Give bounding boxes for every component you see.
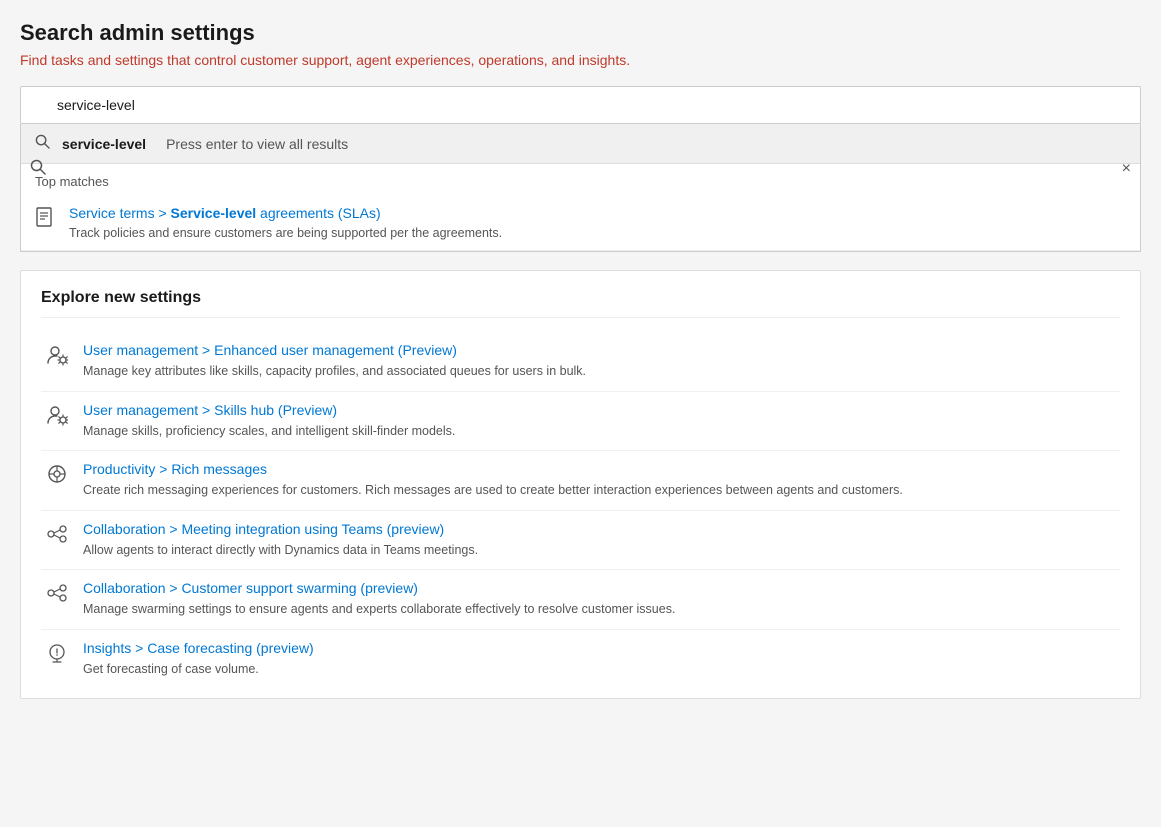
explore-section: Explore new settings: [20, 270, 1141, 699]
explore-item-desc-2: Create rich messaging experiences for cu…: [83, 482, 903, 500]
collaboration-icon-0: [45, 523, 69, 551]
explore-item-link-5[interactable]: Insights > Case forecasting (preview): [83, 640, 314, 656]
suggestion-search-icon: [35, 134, 50, 153]
explore-item-desc-4: Manage swarming settings to ensure agent…: [83, 601, 675, 619]
suggestion-text: service-level: [62, 136, 146, 152]
explore-item-3: Collaboration > Meeting integration usin…: [41, 511, 1120, 571]
page-title: Search admin settings: [20, 20, 1141, 46]
top-matches-section: Top matches Service terms >: [21, 164, 1140, 251]
explore-item-desc-1: Manage skills, proficiency scales, and i…: [83, 423, 455, 441]
page-subtitle: Find tasks and settings that control cus…: [20, 52, 1141, 68]
explore-item-content-3: Collaboration > Meeting integration usin…: [83, 521, 478, 560]
explore-item-desc-5: Get forecasting of case volume.: [83, 661, 314, 679]
search-icon-left: [30, 159, 46, 179]
explore-item-0: User management > Enhanced user manageme…: [41, 332, 1120, 392]
match-link-prefix: Service terms >: [69, 205, 171, 221]
user-management-icon-0: [45, 344, 69, 372]
explore-item-desc-3: Allow agents to interact directly with D…: [83, 542, 478, 560]
explore-item-5: Insights > Case forecasting (preview) Ge…: [41, 630, 1120, 689]
explore-item-desc-0: Manage key attributes like skills, capac…: [83, 363, 586, 381]
match-desc: Track policies and ensure customers are …: [69, 226, 502, 240]
match-content: Service terms > Service-level agreements…: [69, 205, 502, 240]
top-matches-label: Top matches: [21, 164, 1140, 195]
suggestion-bold: service-level: [62, 136, 146, 152]
explore-item-content-0: User management > Enhanced user manageme…: [83, 342, 586, 381]
search-wrapper: × service-level Press enter to view all …: [20, 86, 1141, 252]
search-suggestion[interactable]: service-level Press enter to view all re…: [21, 124, 1140, 164]
productivity-icon: [45, 463, 69, 491]
search-input[interactable]: [20, 86, 1141, 124]
explore-item-content-2: Productivity > Rich messages Create rich…: [83, 461, 903, 500]
explore-item-4: Collaboration > Customer support swarmin…: [41, 570, 1120, 630]
match-link-suffix: agreements (SLAs): [256, 205, 381, 221]
collaboration-icon-1: [45, 582, 69, 610]
match-item[interactable]: Service terms > Service-level agreements…: [21, 195, 1140, 251]
clear-icon[interactable]: ×: [1122, 160, 1131, 178]
match-link[interactable]: Service terms > Service-level agreements…: [69, 205, 381, 221]
explore-item-content-5: Insights > Case forecasting (preview) Ge…: [83, 640, 314, 679]
explore-item-content-4: Collaboration > Customer support swarmin…: [83, 580, 675, 619]
explore-item-link-4[interactable]: Collaboration > Customer support swarmin…: [83, 580, 418, 596]
match-link-line: Service terms > Service-level agreements…: [69, 205, 502, 223]
insights-icon: [45, 642, 69, 670]
explore-item-link-0[interactable]: User management > Enhanced user manageme…: [83, 342, 457, 358]
search-dropdown: service-level Press enter to view all re…: [20, 124, 1141, 252]
explore-item-link-2[interactable]: Productivity > Rich messages: [83, 461, 267, 477]
explore-item-content-1: User management > Skills hub (Preview) M…: [83, 402, 455, 441]
explore-item-2: Productivity > Rich messages Create rich…: [41, 451, 1120, 511]
explore-item-1: User management > Skills hub (Preview) M…: [41, 392, 1120, 452]
match-link-highlight: Service-level: [171, 205, 257, 221]
explore-title: Explore new settings: [41, 289, 1120, 318]
suggestion-hint: Press enter to view all results: [166, 136, 348, 152]
page-container: Search admin settings Find tasks and set…: [0, 0, 1161, 827]
explore-item-link-3[interactable]: Collaboration > Meeting integration usin…: [83, 521, 444, 537]
explore-item-link-1[interactable]: User management > Skills hub (Preview): [83, 402, 337, 418]
match-document-icon: [35, 207, 55, 235]
user-management-icon-1: [45, 404, 69, 432]
